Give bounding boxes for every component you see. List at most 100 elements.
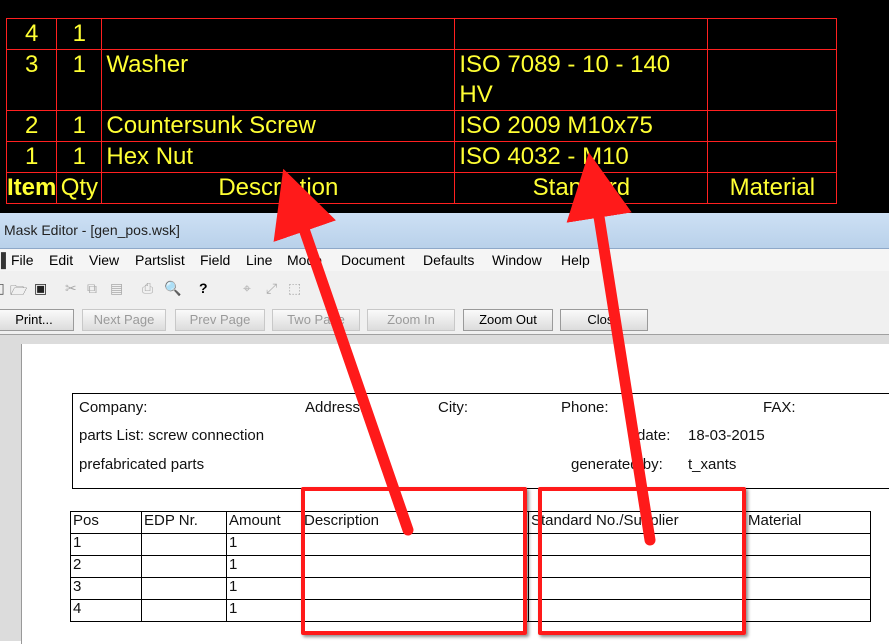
cad-item: 1 xyxy=(5,141,58,173)
cad-material xyxy=(707,49,838,111)
menu-file[interactable]: File xyxy=(11,252,34,268)
cell-edp xyxy=(141,577,227,600)
next-page-button[interactable]: Next Page xyxy=(82,309,166,331)
cad-header-description: Description xyxy=(101,172,456,204)
open-folder-icon[interactable]: 🗁 xyxy=(10,280,27,304)
preview-button-bar: Print... Next Page Prev Page Two Page Zo… xyxy=(0,306,889,334)
cell-pos: 2 xyxy=(70,555,142,578)
menu-view[interactable]: View xyxy=(89,252,119,268)
cad-standard xyxy=(454,18,709,50)
cad-material xyxy=(707,141,838,173)
generated-by-value: t_xants xyxy=(688,456,737,473)
menu-partslist[interactable]: Partslist xyxy=(135,252,185,268)
cell-edp xyxy=(141,599,227,622)
cell-pos: 3 xyxy=(70,577,142,600)
cad-parts-list: 4 1 3 1 Washer ISO 7089 - 10 - 140 HV 2 … xyxy=(0,0,889,213)
generated-by-label: generated by: xyxy=(571,456,663,473)
line-tool-icon[interactable]: ⤢ xyxy=(266,280,277,297)
cell-edp xyxy=(141,533,227,556)
menu-document[interactable]: Document xyxy=(341,252,405,268)
cad-standard: ISO 4032 - M10 xyxy=(454,141,709,173)
address-label: Address: xyxy=(305,399,365,416)
cut-icon[interactable]: ✂ xyxy=(65,280,77,297)
cad-row: 1 1 Hex Nut ISO 4032 - M10 xyxy=(5,141,838,173)
prev-page-button[interactable]: Prev Page xyxy=(175,309,265,331)
cad-qty: 1 xyxy=(56,18,103,50)
col-amount: Amount xyxy=(226,511,302,534)
col-edp: EDP Nr. xyxy=(141,511,227,534)
cad-material xyxy=(707,18,838,50)
cell-material xyxy=(745,533,871,556)
cad-item: 2 xyxy=(5,110,58,142)
cad-description: Countersunk Screw xyxy=(101,110,456,142)
cad-material xyxy=(707,110,838,142)
app-menu-icon[interactable]: ▐ xyxy=(0,252,6,268)
cell-amount: 1 xyxy=(226,577,302,600)
print-button[interactable]: Print... xyxy=(0,309,74,331)
cell-material xyxy=(745,577,871,600)
company-label: Company: xyxy=(79,399,148,416)
phone-label: Phone: xyxy=(561,399,609,416)
col-material: Material xyxy=(745,511,871,534)
cell-edp xyxy=(141,555,227,578)
cad-standard: ISO 2009 M10x75 xyxy=(454,110,709,142)
parts-list-title: parts List: screw connection xyxy=(79,427,265,444)
header-info-block: Company: Address: City: Phone: FAX: part… xyxy=(72,393,889,489)
menu-edit[interactable]: Edit xyxy=(49,252,73,268)
new-icon[interactable]: ▯ xyxy=(0,280,5,297)
frame-icon[interactable]: ⬚ xyxy=(288,280,301,297)
menu-bar: ▐ File Edit View Partslist Field Line Mo… xyxy=(0,249,889,271)
cad-header-material: Material xyxy=(707,172,838,204)
title-bar[interactable]: Mask Editor - [gen_pos.wsk] xyxy=(0,213,889,249)
save-icon[interactable]: ▣ xyxy=(34,280,47,297)
fax-label: FAX: xyxy=(763,399,796,416)
toolbar: ▯ 🗁 ▣ ✂ ⧉ ▤ ⎙ 🔍 ? ⌖ ⤢ ⬚ xyxy=(0,275,889,303)
cell-amount: 1 xyxy=(226,599,302,622)
paste-icon[interactable]: ▤ xyxy=(110,280,123,297)
print-icon[interactable]: ⎙ xyxy=(142,280,153,297)
cad-header-qty: Qty xyxy=(56,172,103,204)
cad-standard: ISO 7089 - 10 - 140 HV xyxy=(454,49,709,111)
cad-description: Washer xyxy=(101,49,456,111)
date-value: 18-03-2015 xyxy=(688,427,765,444)
cad-table: 4 1 3 1 Washer ISO 7089 - 10 - 140 HV 2 … xyxy=(5,18,838,204)
cad-description: Hex Nut xyxy=(101,141,456,173)
city-label: City: xyxy=(438,399,468,416)
date-label: date: xyxy=(637,427,671,444)
cell-amount: 1 xyxy=(226,555,302,578)
zoom-in-button[interactable]: Zoom In xyxy=(367,309,455,331)
select-icon[interactable]: ⌖ xyxy=(243,280,251,297)
zoom-out-button[interactable]: Zoom Out xyxy=(463,309,553,331)
menu-help[interactable]: Help xyxy=(561,252,590,268)
cad-row: 2 1 Countersunk Screw ISO 2009 M10x75 xyxy=(5,110,838,142)
close-button[interactable]: Close xyxy=(560,309,648,331)
cad-row: 3 1 Washer ISO 7089 - 10 - 140 HV xyxy=(5,49,838,111)
cad-row: 4 1 xyxy=(5,18,838,50)
menu-mode[interactable]: Mode xyxy=(287,252,322,268)
menu-defaults[interactable]: Defaults xyxy=(423,252,474,268)
col-pos: Pos xyxy=(70,511,142,534)
standard-highlight-box xyxy=(538,487,746,635)
description-highlight-box xyxy=(301,487,527,635)
cell-pos: 1 xyxy=(70,533,142,556)
print-preview-icon[interactable]: 🔍 xyxy=(164,280,181,297)
two-page-button[interactable]: Two Page xyxy=(272,309,360,331)
help-icon[interactable]: ? xyxy=(199,280,208,296)
cad-qty: 1 xyxy=(56,141,103,173)
cad-description xyxy=(101,18,456,50)
cad-item: 4 xyxy=(5,18,58,50)
cad-header-item: Item xyxy=(5,172,58,204)
window-title: Mask Editor - [gen_pos.wsk] xyxy=(4,222,180,238)
cad-header-standard: Standard xyxy=(454,172,709,204)
cell-amount: 1 xyxy=(226,533,302,556)
copy-icon[interactable]: ⧉ xyxy=(87,280,97,297)
menu-window[interactable]: Window xyxy=(492,252,542,268)
cad-item: 3 xyxy=(5,49,58,111)
cell-material xyxy=(745,555,871,578)
prefab-label: prefabricated parts xyxy=(79,456,205,473)
menu-line[interactable]: Line xyxy=(246,252,272,268)
cell-pos: 4 xyxy=(70,599,142,622)
menu-field[interactable]: Field xyxy=(200,252,230,268)
cad-header-row: Item Qty Description Standard Material xyxy=(5,172,838,204)
cad-qty: 1 xyxy=(56,110,103,142)
